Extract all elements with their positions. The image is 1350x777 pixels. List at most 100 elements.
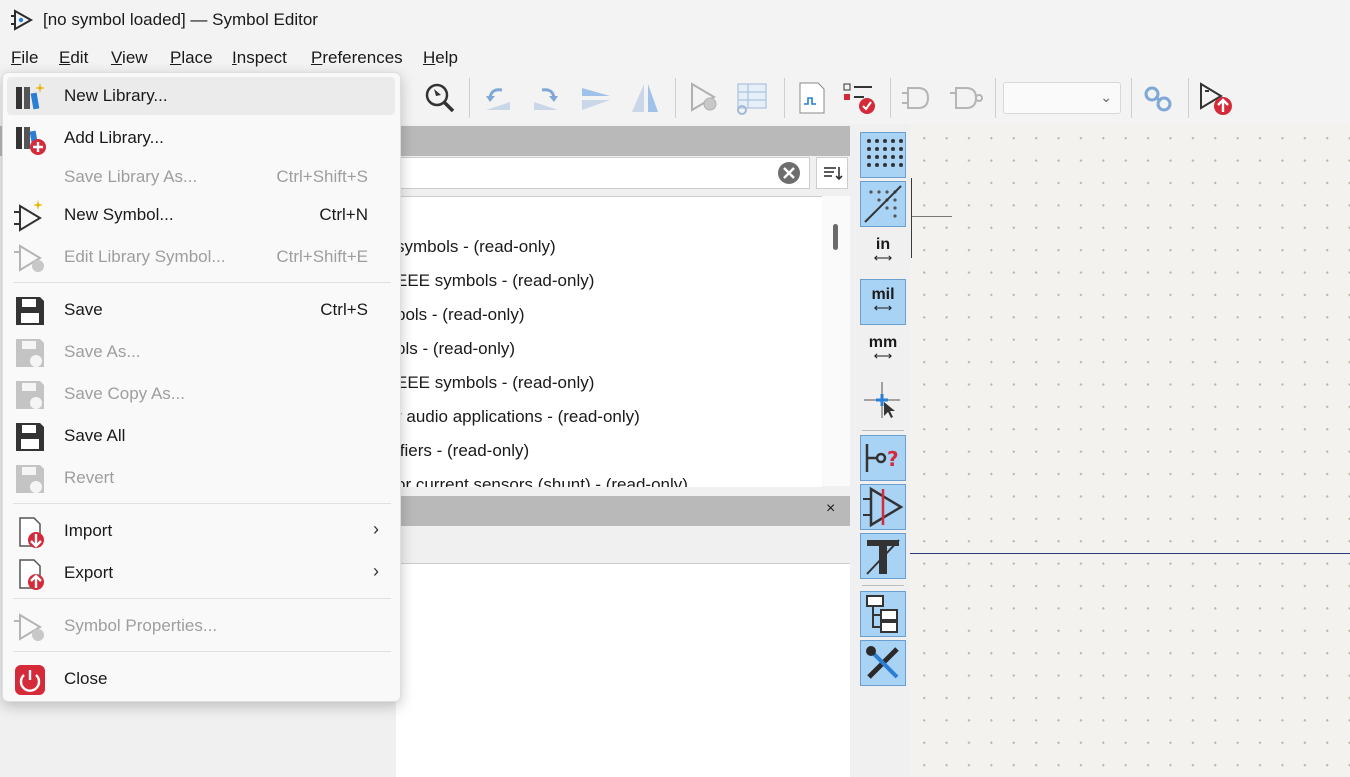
grid-override-button[interactable] — [860, 181, 906, 227]
canvas-axis-line — [910, 553, 1350, 554]
body-style-gate-icon[interactable] — [900, 80, 936, 116]
list-item[interactable]: or current sensors (shunt) - (read-only) — [396, 475, 688, 487]
body-style-demorgan-icon[interactable] — [948, 80, 984, 116]
check-symbol-icon[interactable] — [842, 80, 878, 116]
datasheet-icon[interactable] — [794, 80, 830, 116]
show-hidden-pins-button[interactable] — [860, 484, 906, 530]
menu-inspect[interactable]: Inspect — [232, 48, 287, 68]
details-panel-header — [396, 496, 850, 526]
tools-button[interactable] — [860, 640, 906, 686]
list-item[interactable]: symbols - (read-only) — [396, 237, 556, 257]
list-item[interactable]: bols - (read-only) — [396, 305, 525, 325]
show-text-button[interactable] — [860, 533, 906, 579]
close-icon[interactable]: × — [826, 500, 835, 518]
library-tree[interactable]: symbols - (read-only) EEE symbols - (rea… — [396, 196, 822, 487]
menu-item-new-library[interactable]: New Library... — [7, 77, 395, 115]
menu-item-save-library-as[interactable]: Save Library As... Ctrl+Shift+S — [7, 158, 395, 196]
list-item[interactable]: EEE symbols - (read-only) — [396, 373, 594, 393]
revert-icon — [16, 465, 44, 493]
chevron-right-icon: › — [373, 561, 379, 581]
svg-text:?: ? — [887, 447, 899, 471]
toolbar-separator — [1188, 78, 1189, 118]
menu-item-save-copy-as[interactable]: Save Copy As... — [7, 375, 395, 413]
menu-item-save-all[interactable]: Save All — [7, 417, 395, 455]
pin-table-icon[interactable] — [734, 80, 770, 116]
menu-separator — [13, 598, 391, 599]
list-item[interactable]: ols - (read-only) — [396, 339, 515, 359]
wrench-screwdriver-icon — [866, 646, 899, 679]
hierarchy-icon — [866, 595, 898, 633]
menu-item-symbol-properties[interactable]: Symbol Properties... — [7, 607, 395, 645]
new-library-icon — [16, 83, 45, 110]
units-inch-button[interactable]: in ⟷ — [860, 230, 906, 276]
double-arrow-icon: ⟷ — [873, 250, 893, 265]
symbol-pins-icon — [863, 486, 904, 528]
export-symbol-icon[interactable] — [1197, 80, 1233, 116]
full-crosshair-button[interactable] — [860, 378, 906, 424]
list-item[interactable]: EEE symbols - (read-only) — [396, 271, 594, 291]
show-pin-electrical-type-button[interactable]: ? — [860, 435, 906, 481]
file-menu-dropdown: New Library... Add Library... Save Libra… — [2, 72, 401, 702]
canvas-origin-horizontal — [912, 216, 952, 217]
chevron-right-icon: › — [373, 519, 379, 539]
details-toolbar — [396, 527, 850, 563]
menu-file[interactable]: File — [11, 48, 38, 68]
mirror-horizontal-icon[interactable] — [628, 80, 664, 116]
menu-item-new-symbol[interactable]: New Symbol... Ctrl+N — [7, 196, 395, 234]
drawing-canvas[interactable] — [910, 124, 1350, 776]
menu-item-save-as[interactable]: Save As... — [7, 333, 395, 371]
grid-icon — [867, 139, 903, 167]
menu-view[interactable]: View — [111, 48, 148, 68]
menu-item-add-library[interactable]: Add Library... — [7, 119, 395, 157]
double-arrow-icon: ⟷ — [873, 300, 893, 315]
pin-link-icon[interactable] — [1140, 80, 1176, 116]
menu-separator — [13, 503, 391, 504]
zoom-fit-icon[interactable] — [422, 80, 458, 116]
window-title: [no symbol loaded] — Symbol Editor — [43, 10, 318, 29]
unit-select[interactable]: ⌄ — [1003, 82, 1121, 114]
symbol-tree-button[interactable] — [860, 591, 906, 637]
toolbar-separator — [995, 78, 996, 118]
menu-place[interactable]: Place — [170, 48, 213, 68]
toolbar-separator — [890, 78, 891, 118]
units-mm-button[interactable]: mm ⟷ — [860, 328, 906, 374]
undo-icon[interactable] — [480, 80, 516, 116]
menu-preferences[interactable]: Preferences — [311, 48, 403, 68]
redo-icon[interactable] — [528, 80, 564, 116]
menu-edit[interactable]: Edit — [59, 48, 88, 68]
save-copy-icon — [16, 381, 44, 409]
menu-item-save[interactable]: Save Ctrl+S — [7, 291, 395, 329]
sort-icon — [824, 167, 843, 181]
library-search-input[interactable] — [396, 157, 810, 189]
export-icon — [19, 559, 44, 590]
chevron-down-icon: ⌄ — [1100, 89, 1112, 105]
close-power-icon — [15, 665, 45, 695]
menu-item-close[interactable]: Close — [7, 660, 395, 698]
mirror-vertical-icon[interactable] — [578, 80, 614, 116]
toolbar-separator — [675, 78, 676, 118]
double-arrow-icon: ⟷ — [873, 348, 893, 363]
toolbar-separator — [862, 585, 904, 586]
units-mil-button[interactable]: mil ⟷ — [860, 279, 906, 325]
menu-bar: File Edit View Place Inspect Preferences… — [0, 40, 1350, 74]
list-item[interactable]: r audio applications - (read-only) — [396, 407, 640, 427]
save-as-icon — [16, 339, 44, 367]
scrollbar-thumb[interactable] — [833, 224, 838, 250]
add-library-icon — [16, 127, 46, 155]
title-bar: [no symbol loaded] — Symbol Editor — [0, 0, 1350, 40]
sort-button[interactable] — [816, 157, 848, 189]
menu-help[interactable]: Help — [423, 48, 458, 68]
save-all-icon — [16, 423, 44, 451]
menu-item-export[interactable]: Export › — [7, 554, 395, 592]
menu-item-edit-library-symbol[interactable]: Edit Library Symbol... Ctrl+Shift+E — [7, 238, 395, 276]
menu-item-revert[interactable]: Revert — [7, 459, 395, 497]
grid-dots-button[interactable] — [860, 132, 906, 178]
clear-search-icon[interactable] — [776, 160, 802, 186]
toolbar-separator — [784, 78, 785, 118]
symbol-properties-icon[interactable] — [686, 80, 722, 116]
toolbar-separator — [862, 430, 904, 431]
pin-type-icon: ? — [865, 444, 899, 472]
menu-item-import[interactable]: Import › — [7, 512, 395, 550]
toolbar-separator — [1131, 78, 1132, 118]
list-item[interactable]: ifiers - (read-only) — [396, 441, 529, 461]
